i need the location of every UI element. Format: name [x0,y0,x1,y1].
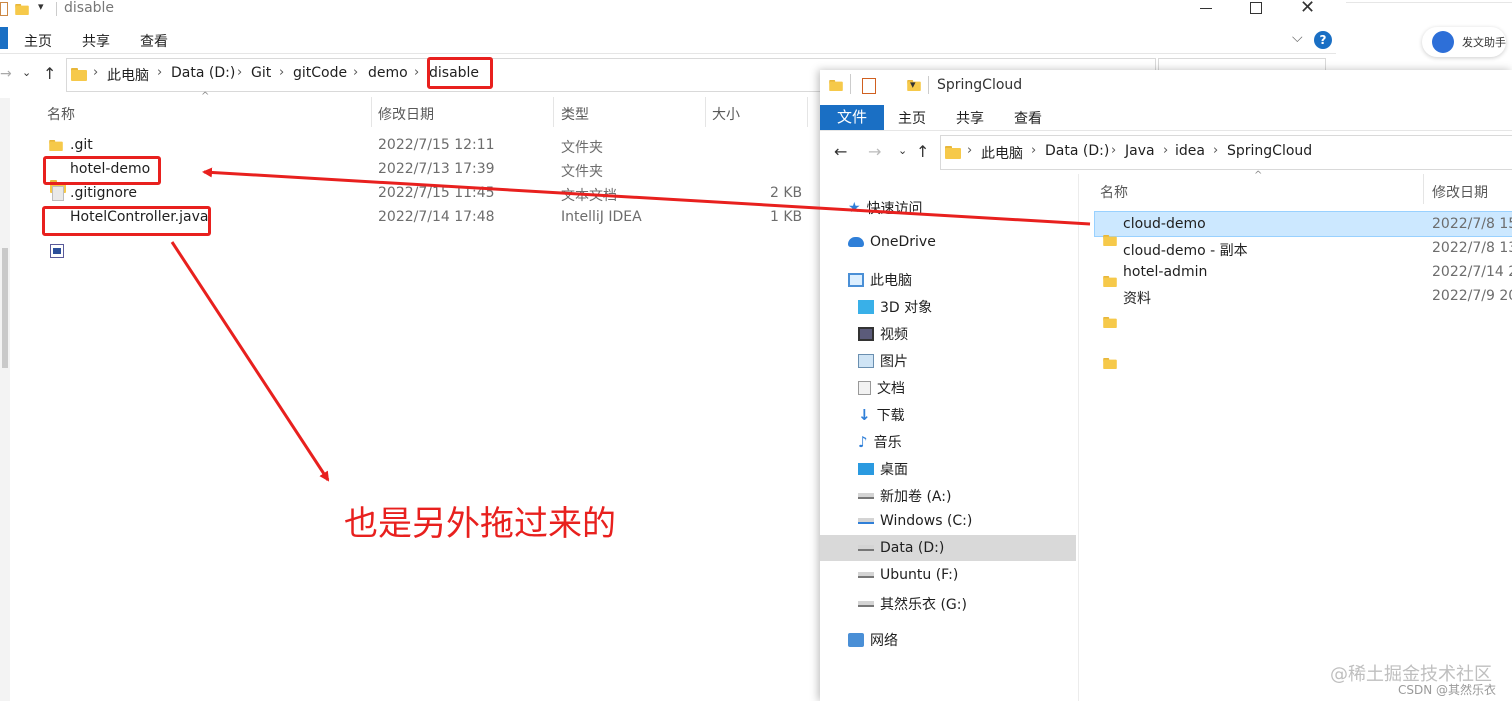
callout-arrow [170,241,330,482]
drag-arrow [202,167,1091,226]
watermark-sub: CSDN @其然乐衣 [1398,683,1497,697]
annotation-arrows [170,167,1091,482]
